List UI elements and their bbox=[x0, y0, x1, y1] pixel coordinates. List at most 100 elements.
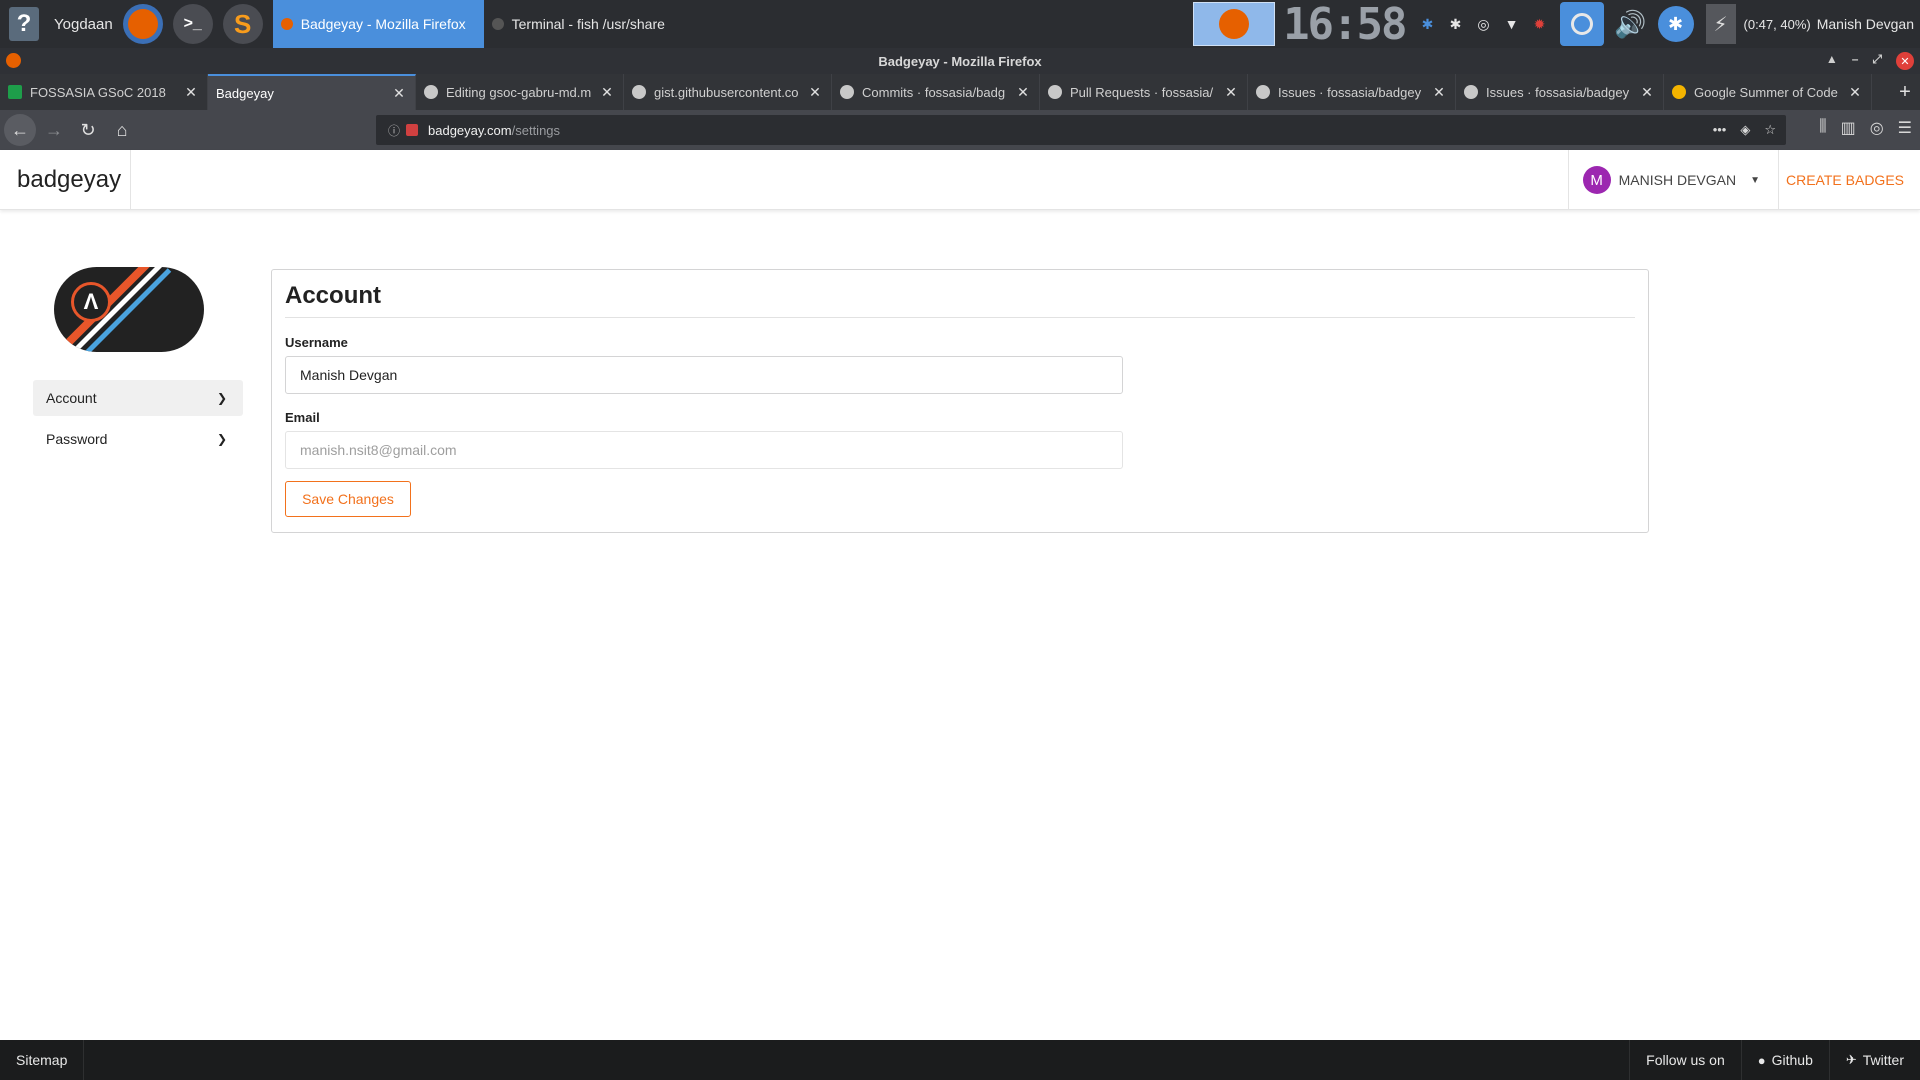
sidebar-item-password[interactable]: Password ❯ bbox=[33, 421, 243, 457]
twitter-link[interactable]: ✈ Twitter bbox=[1828, 1040, 1920, 1080]
firefox-launcher-icon[interactable] bbox=[122, 4, 163, 44]
tab-commits[interactable]: Commits · fossasia/badg ✕ bbox=[832, 74, 1040, 110]
close-icon[interactable]: ✕ bbox=[1223, 84, 1239, 101]
tab-google-summer-of-code[interactable]: Google Summer of Code ✕ bbox=[1664, 74, 1872, 110]
firefox-icon bbox=[6, 53, 21, 68]
close-icon[interactable]: ✕ bbox=[1015, 84, 1031, 101]
settings-sidebar: Λ Account ❯ Password ❯ bbox=[33, 267, 243, 462]
task-label: Badgeyay - Mozilla Firefox bbox=[300, 16, 466, 32]
close-icon[interactable]: ✕ bbox=[1639, 84, 1655, 101]
app-launcher-icon[interactable]: ? bbox=[4, 4, 44, 44]
sublime-launcher-icon[interactable]: S bbox=[222, 4, 263, 44]
forward-icon[interactable]: → bbox=[38, 114, 70, 146]
sitemap-link[interactable]: Sitemap bbox=[0, 1040, 85, 1080]
email-input[interactable] bbox=[285, 431, 1123, 469]
github-icon bbox=[840, 85, 854, 99]
username-label: Username bbox=[285, 335, 348, 350]
workspace-preview[interactable] bbox=[1193, 2, 1276, 46]
close-icon[interactable]: ✕ bbox=[599, 84, 615, 101]
bluetooth-alt-icon[interactable]: ✱ bbox=[1444, 12, 1468, 36]
bluetooth-icon[interactable]: ✱ bbox=[1416, 12, 1440, 36]
window-close-icon[interactable]: ✕ bbox=[1896, 52, 1914, 70]
tab-title: Editing gsoc-gabru-md.m bbox=[446, 84, 592, 100]
github-icon bbox=[632, 85, 646, 99]
github-icon: ● bbox=[1757, 1052, 1766, 1068]
github-icon bbox=[1464, 85, 1478, 99]
battery-icon[interactable]: ⚡ bbox=[1705, 4, 1736, 44]
user-dropdown[interactable]: M MANISH DEVGAN ▼ bbox=[1567, 150, 1779, 210]
tab-gist[interactable]: gist.githubusercontent.co ✕ bbox=[624, 74, 832, 110]
site-favicon-icon bbox=[406, 124, 419, 136]
site-brand[interactable]: badgeyay bbox=[0, 149, 131, 210]
site-info-icon[interactable]: ⓘ bbox=[388, 122, 400, 139]
chevron-right-icon: ❯ bbox=[216, 391, 227, 405]
url-host: badgeyay.com bbox=[428, 122, 512, 138]
volume-icon[interactable]: 🔊 bbox=[1614, 9, 1648, 39]
window-minimize-icon[interactable]: – bbox=[1852, 52, 1859, 70]
close-icon[interactable]: ✕ bbox=[1431, 84, 1447, 101]
pocket-icon[interactable]: ◈ bbox=[1740, 122, 1750, 138]
home-icon[interactable]: ⌂ bbox=[106, 114, 138, 146]
close-icon[interactable]: ✕ bbox=[1847, 84, 1863, 101]
terminal-icon bbox=[491, 18, 504, 30]
create-badges-link[interactable]: CREATE BADGES bbox=[1786, 150, 1904, 210]
task-terminal[interactable]: Terminal - fish /usr/share bbox=[484, 0, 683, 48]
close-icon[interactable]: ✕ bbox=[183, 84, 199, 101]
back-icon[interactable]: ← bbox=[4, 114, 36, 146]
github-link[interactable]: ● Github bbox=[1740, 1040, 1829, 1080]
session-user[interactable]: Manish Devgan bbox=[1817, 16, 1914, 32]
window-title: Badgeyay - Mozilla Firefox bbox=[878, 53, 1042, 69]
browser-nav-toolbar: ← → ↻ ⌂ ⓘ badgeyay.com/settings ••• ◈ ☆ … bbox=[0, 110, 1920, 150]
bookmark-star-icon[interactable]: ☆ bbox=[1764, 122, 1776, 138]
firefox-icon bbox=[280, 18, 293, 30]
sidebar-item-account[interactable]: Account ❯ bbox=[33, 380, 243, 416]
tab-issues-2[interactable]: Issues · fossasia/badgey ✕ bbox=[1456, 74, 1664, 110]
sheets-icon bbox=[8, 85, 22, 99]
update-icon[interactable]: ✹ bbox=[1528, 12, 1552, 36]
reload-icon[interactable]: ↻ bbox=[72, 114, 104, 146]
tab-title: Badgeyay bbox=[216, 85, 274, 101]
tab-title: gist.githubusercontent.co bbox=[654, 84, 799, 100]
twitter-link-label: Twitter bbox=[1862, 1052, 1904, 1068]
extension-icon[interactable]: ◎ bbox=[1870, 118, 1884, 138]
window-maximize-icon[interactable]: ⤢ bbox=[1872, 52, 1882, 70]
card-title: Account bbox=[285, 270, 1635, 318]
follow-us-label: Follow us on bbox=[1629, 1040, 1741, 1080]
tab-pull-requests[interactable]: Pull Requests · fossasia/ ✕ bbox=[1040, 74, 1248, 110]
sidebar-icon[interactable]: ▥ bbox=[1841, 118, 1856, 138]
tab-badgeyay[interactable]: Badgeyay ✕ bbox=[208, 74, 416, 110]
tab-issues-1[interactable]: Issues · fossasia/badgey ✕ bbox=[1248, 74, 1456, 110]
library-icon[interactable]: ⫼ bbox=[1819, 118, 1826, 138]
tab-editing-gsoc[interactable]: Editing gsoc-gabru-md.m ✕ bbox=[416, 74, 624, 110]
close-icon[interactable]: ✕ bbox=[391, 85, 407, 102]
terminal-launcher-icon[interactable]: >_ bbox=[172, 4, 213, 44]
tab-fossasia-gsoc[interactable]: FOSSASIA GSoC 2018 ✕ bbox=[0, 74, 208, 110]
wifi-icon[interactable]: ▼ bbox=[1500, 12, 1524, 36]
bluetooth-tray-icon[interactable]: ✱ bbox=[1657, 6, 1694, 42]
site-footer: Sitemap Follow us on ● Github ✈ Twitter bbox=[0, 1040, 1920, 1080]
url-bar[interactable]: ⓘ badgeyay.com/settings ••• ◈ ☆ bbox=[376, 115, 1786, 145]
task-firefox[interactable]: Badgeyay - Mozilla Firefox bbox=[272, 0, 484, 48]
battery-status: (0:47, 40%) bbox=[1743, 16, 1811, 32]
new-tab-icon[interactable]: + bbox=[1890, 74, 1920, 110]
avatar: M bbox=[1582, 166, 1611, 194]
tab-title: Issues · fossasia/badgey bbox=[1486, 84, 1630, 100]
browser-tray-icon[interactable] bbox=[1559, 2, 1604, 46]
github-link-label: Github bbox=[1771, 1052, 1813, 1068]
page-actions-icon[interactable]: ••• bbox=[1713, 122, 1727, 138]
gsoc-sun-icon bbox=[1672, 85, 1686, 99]
sync-icon[interactable]: ◎ bbox=[1472, 12, 1496, 36]
window-titlebar: Badgeyay - Mozilla Firefox ▲ – ⤢ ✕ bbox=[0, 48, 1920, 74]
clock: 16:58 bbox=[1283, 0, 1407, 50]
sidebar-item-label: Password bbox=[46, 431, 108, 447]
logo-mark-icon: Λ bbox=[71, 282, 111, 322]
twitter-icon: ✈ bbox=[1845, 1052, 1857, 1067]
page-content: badgeyay M MANISH DEVGAN ▼ CREATE BADGES… bbox=[0, 149, 1920, 1080]
username-input[interactable] bbox=[285, 356, 1123, 394]
window-shade-icon[interactable]: ▲ bbox=[1826, 52, 1838, 70]
close-icon[interactable]: ✕ bbox=[807, 84, 823, 101]
save-changes-button[interactable]: Save Changes bbox=[285, 481, 411, 517]
task-label: Terminal - fish /usr/share bbox=[511, 16, 665, 32]
menu-icon[interactable]: ☰ bbox=[1898, 118, 1912, 138]
email-label: Email bbox=[285, 410, 320, 425]
